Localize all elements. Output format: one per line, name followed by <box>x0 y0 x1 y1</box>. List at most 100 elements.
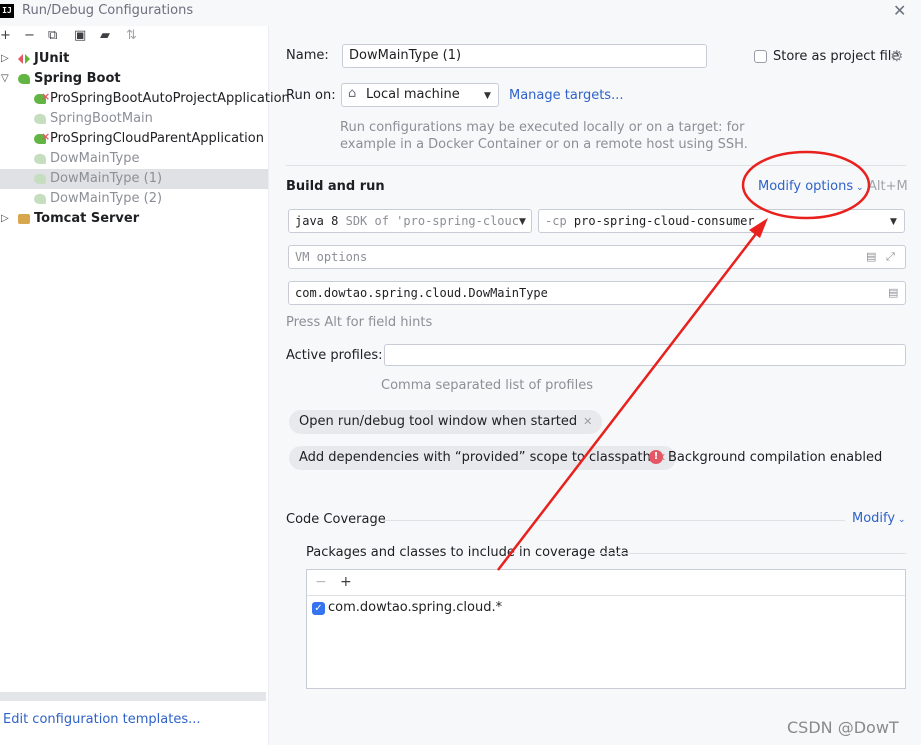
modify-options-label: Modify options <box>758 179 854 194</box>
gear-icon[interactable]: ⚙ <box>890 47 903 65</box>
expand-arrows-icon[interactable]: ⤢ <box>886 250 895 264</box>
tree-item-config[interactable]: × ProSpringCloudParentApplication <box>0 129 268 149</box>
code-coverage-heading: Code Coverage <box>286 512 386 527</box>
coverage-pattern-checkbox[interactable]: ✓ <box>312 602 325 615</box>
intellij-app-icon: IJ <box>0 4 14 18</box>
background-compilation-label: Background compilation enabled <box>668 450 883 465</box>
folder-icon[interactable]: ▰ <box>100 28 110 43</box>
run-on-label: Run on: <box>286 88 336 103</box>
chevron-down-icon: ⌄ <box>895 515 906 525</box>
spring-boot-icon <box>18 74 30 84</box>
cp-module-value: pro-spring-cloud-consumer <box>573 214 755 228</box>
browse-icon[interactable]: ▤ <box>888 286 898 299</box>
home-icon: ⌂ <box>348 86 357 101</box>
classpath-module-dropdown[interactable]: -cp pro-spring-cloud-consumer <box>538 209 905 233</box>
coverage-patterns-panel: − + ✓ com.dowtao.spring.cloud.* <box>306 569 906 689</box>
active-profiles-label: Active profiles: <box>286 348 383 363</box>
name-field[interactable]: DowMainType (1) <box>342 44 707 68</box>
jdk-value: java 8 <box>295 214 339 228</box>
divider <box>307 595 905 596</box>
tree-item-label: ProSpringBootAutoProjectApplication <box>50 91 290 106</box>
run-on-hint-line-1: Run configurations may be executed local… <box>340 120 745 135</box>
alt-hint: Press Alt for field hints <box>286 315 433 330</box>
add-dependencies-chip[interactable]: Add dependencies with “provided” scope t… <box>289 446 677 470</box>
watermark: CSDN @DowT <box>787 718 899 737</box>
copy-icon[interactable]: ⧉ <box>48 28 57 43</box>
remove-chip-icon[interactable]: ✕ <box>583 415 592 428</box>
coverage-modify-link[interactable]: Modify ⌄ <box>852 511 905 526</box>
cp-prefix: -cp <box>545 214 567 228</box>
store-as-project-file-label: Store as project file <box>773 49 900 64</box>
error-icon: ! <box>649 450 663 464</box>
title-bar: IJ Run/Debug Configurations ✕ <box>0 0 921 24</box>
open-tool-window-chip[interactable]: Open run/debug tool window when started ✕ <box>289 410 603 434</box>
chevron-right-icon[interactable]: ▷ <box>1 49 9 69</box>
save-icon[interactable]: ▣ <box>74 28 86 43</box>
tree-item-label: ProSpringCloudParentApplication <box>50 131 264 146</box>
chevron-down-icon[interactable]: ▼ <box>484 91 491 101</box>
spring-boot-icon <box>34 174 46 184</box>
vm-options-field[interactable]: VM options <box>288 245 906 269</box>
spring-boot-icon <box>34 194 46 204</box>
tree-item-config-selected[interactable]: DowMainType (1) <box>0 169 268 189</box>
jdk-detail: SDK of 'pro-spring-clouc <box>345 214 519 228</box>
annotation-arrow-line <box>497 225 763 571</box>
tree-item-junit[interactable]: ▷ JUnit <box>0 49 268 69</box>
sort-icon[interactable]: ⇅ <box>126 28 137 43</box>
divider <box>383 520 845 521</box>
tree-item-label: Spring Boot <box>34 71 121 86</box>
divider <box>600 553 906 554</box>
manage-targets-link[interactable]: Manage targets... <box>509 88 623 103</box>
remove-icon[interactable]: − <box>24 28 35 43</box>
tree-item-label: SpringBootMain <box>50 111 153 126</box>
window-title: Run/Debug Configurations <box>22 3 194 18</box>
active-profiles-field[interactable] <box>384 344 906 366</box>
tree-item-config[interactable]: DowMainType (2) <box>0 189 268 209</box>
horizontal-scrollbar[interactable] <box>0 692 266 701</box>
modify-options-link[interactable]: Modify options ⌄ <box>758 179 864 194</box>
tree-item-config[interactable]: DowMainType <box>0 149 268 169</box>
tree-item-label: Tomcat Server <box>34 211 140 226</box>
expand-text-icon[interactable]: ▤ <box>866 250 876 263</box>
chevron-down-icon[interactable]: ▽ <box>1 69 9 89</box>
run-on-dropdown[interactable]: Local machine <box>341 83 499 107</box>
name-label: Name: <box>286 48 329 63</box>
chevron-down-icon: ⌄ <box>853 183 864 193</box>
add-icon[interactable]: + <box>0 28 11 43</box>
coverage-pattern-label: com.dowtao.spring.cloud.* <box>328 600 503 615</box>
spring-boot-icon <box>34 114 46 124</box>
junit-icon <box>18 54 30 64</box>
tree-item-label: DowMainType (1) <box>50 171 163 186</box>
tree-item-spring-boot[interactable]: ▽ Spring Boot <box>0 69 268 89</box>
edit-configuration-templates-link[interactable]: Edit configuration templates... <box>3 712 201 727</box>
configuration-tree-panel: + − ⧉ ▣ ▰ ⇅ ▷ JUnit ▽ Spring Boot × ProS… <box>0 26 290 745</box>
modify-options-shortcut: Alt+M <box>868 179 908 194</box>
jdk-dropdown[interactable]: java 8 SDK of 'pro-spring-clouc <box>288 209 532 233</box>
store-as-project-file-checkbox[interactable] <box>754 50 767 63</box>
error-icon: × <box>41 130 51 143</box>
remove-pattern-icon[interactable]: − <box>315 574 327 590</box>
error-icon: × <box>41 90 51 103</box>
tree-item-label: DowMainType <box>50 151 140 166</box>
chip-label: Add dependencies with “provided” scope t… <box>299 450 651 465</box>
chevron-right-icon[interactable]: ▷ <box>1 209 9 229</box>
main-class-field[interactable]: com.dowtao.spring.cloud.DowMainType <box>288 281 906 305</box>
divider <box>286 165 906 166</box>
chevron-down-icon[interactable]: ▼ <box>519 217 526 227</box>
profiles-hint: Comma separated list of profiles <box>381 378 593 393</box>
tree-item-tomcat[interactable]: ▷ Tomcat Server <box>0 209 268 229</box>
close-icon[interactable]: ✕ <box>893 1 906 20</box>
coverage-modify-label: Modify <box>852 511 896 526</box>
spring-boot-icon <box>34 154 46 164</box>
tomcat-icon <box>18 214 30 224</box>
tree-item-label: DowMainType (2) <box>50 191 163 206</box>
build-and-run-heading: Build and run <box>286 179 385 194</box>
tree-item-config[interactable]: SpringBootMain <box>0 109 268 129</box>
tree-item-label: JUnit <box>34 51 70 66</box>
chevron-down-icon[interactable]: ▼ <box>890 217 897 227</box>
add-pattern-icon[interactable]: + <box>340 574 352 590</box>
run-on-value: Local machine <box>366 87 460 102</box>
tree-item-config[interactable]: × ProSpringBootAutoProjectApplication <box>0 89 290 109</box>
run-on-hint-line-2: example in a Docker Container or on a re… <box>340 137 748 152</box>
chip-label: Open run/debug tool window when started <box>299 414 578 429</box>
